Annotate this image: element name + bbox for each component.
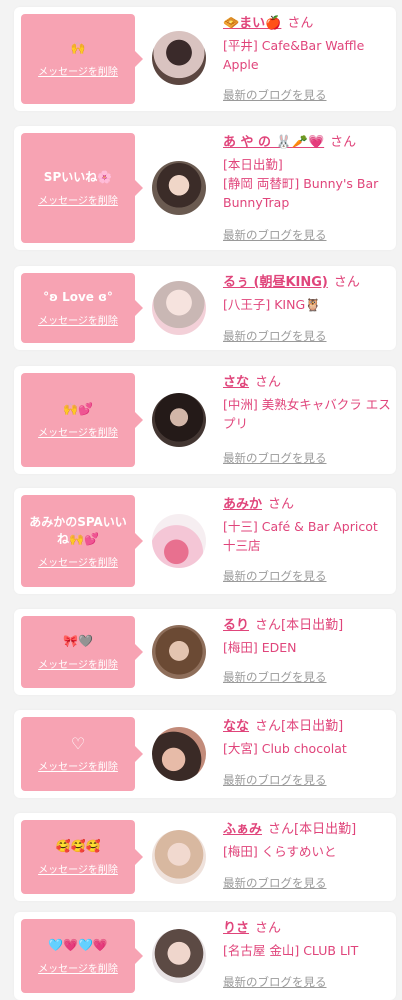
avatar[interactable] xyxy=(152,31,206,85)
shop-info: [梅田] EDEN xyxy=(223,640,297,655)
attendance-status: [本日出勤] xyxy=(294,822,357,837)
delete-message-link[interactable]: メッセージを削除 xyxy=(38,312,118,327)
message-text: 🙌 xyxy=(70,41,86,55)
message-bubble: あみかのSPAいいね🙌💕 メッセージを削除 xyxy=(21,495,143,587)
shop-info: [平井] Cafe&Bar Waffle Apple xyxy=(223,38,365,72)
shop-info: [大宮] Club chocolat xyxy=(223,741,347,756)
avatar[interactable] xyxy=(152,830,206,884)
honorific: さん xyxy=(268,822,295,837)
delete-message-link[interactable]: メッセージを削除 xyxy=(38,758,118,773)
cast-name-link[interactable]: なな xyxy=(223,719,249,734)
cast-name-link[interactable]: あ や の 🐰🥕💗 xyxy=(223,135,324,150)
avatar[interactable] xyxy=(152,281,206,335)
latest-blog-link[interactable]: 最新のブログを見る xyxy=(223,772,327,788)
avatar[interactable] xyxy=(152,929,206,983)
shop-status: [本日出勤] xyxy=(223,157,283,172)
latest-blog-link[interactable]: 最新のブログを見る xyxy=(223,87,327,103)
list-item: 🎀🩶 メッセージを削除 るり さん[本日出勤] [梅田] EDEN 最新のブログを… xyxy=(14,609,396,695)
delete-message-link[interactable]: メッセージを削除 xyxy=(38,960,118,975)
list-item: 🙌 メッセージを削除 🧇まい🍎 さん [平井] Cafe&Bar Waffle A… xyxy=(14,7,396,111)
message-text: 🙌💕 xyxy=(63,402,93,416)
latest-blog-link[interactable]: 最新のブログを見る xyxy=(223,450,327,466)
latest-blog-link[interactable]: 最新のブログを見る xyxy=(223,669,327,685)
delete-message-link[interactable]: メッセージを削除 xyxy=(38,861,118,876)
cast-name-link[interactable]: あみか xyxy=(223,497,262,512)
delete-message-link[interactable]: メッセージを削除 xyxy=(38,656,118,671)
honorific: さん xyxy=(330,135,357,150)
shop-info: [八王子] KING🦉 xyxy=(223,297,321,312)
shop-info: [十三] Café & Bar Apricot 十三店 xyxy=(223,519,378,553)
message-text: あみかのSPAいいね🙌💕 xyxy=(29,514,127,546)
message-text: SPいいね🌸 xyxy=(43,170,113,184)
message-bubble: 🥰🥰🥰 メッセージを削除 xyxy=(21,820,143,894)
delete-message-link[interactable]: メッセージを削除 xyxy=(38,63,118,78)
latest-blog-link[interactable]: 最新のブログを見る xyxy=(223,568,327,584)
message-text: 🩵💗🩵💗 xyxy=(48,938,108,952)
cast-name-link[interactable]: りさ xyxy=(223,921,249,936)
list-item: ♡ メッセージを削除 なな さん[本日出勤] [大宮] Club chocolat… xyxy=(14,710,396,798)
shop-info: [梅田] くらすめいと xyxy=(223,844,337,859)
honorific: さん xyxy=(255,618,282,633)
honorific: さん xyxy=(333,275,360,290)
list-item: °ʚ Love ɞ° メッセージを削除 るぅ (朝昼KING) さん [八王子] … xyxy=(14,266,396,350)
attendance-status: [本日出勤] xyxy=(281,719,344,734)
shop-info: [静岡 両替町] Bunny's Bar BunnyTrap xyxy=(223,176,379,210)
message-text: ♡ xyxy=(70,734,86,753)
message-bubble: SPいいね🌸 メッセージを削除 xyxy=(21,133,143,243)
honorific: さん xyxy=(255,375,282,390)
delete-message-link[interactable]: メッセージを削除 xyxy=(38,554,118,569)
latest-blog-link[interactable]: 最新のブログを見る xyxy=(223,227,327,243)
list-item: SPいいね🌸 メッセージを削除 あ や の 🐰🥕💗 さん [本日出勤] [静岡 両… xyxy=(14,126,396,250)
list-item: 🥰🥰🥰 メッセージを削除 ふぁみ さん[本日出勤] [梅田] くらすめいと 最新の… xyxy=(14,813,396,901)
cast-name-link[interactable]: るぅ (朝昼KING) xyxy=(223,275,328,290)
cast-name-link[interactable]: さな xyxy=(223,375,249,390)
message-bubble: 🙌💕 メッセージを削除 xyxy=(21,373,143,467)
list-item: 🩵💗🩵💗 メッセージを削除 りさ さん [名古屋 金山] CLUB LIT 最新の… xyxy=(14,912,396,1000)
message-bubble: °ʚ Love ɞ° メッセージを削除 xyxy=(21,273,143,343)
latest-blog-link[interactable]: 最新のブログを見る xyxy=(223,328,327,344)
avatar[interactable] xyxy=(152,161,206,215)
message-bubble: 🙌 メッセージを削除 xyxy=(21,14,143,104)
list-item: あみかのSPAいいね🙌💕 メッセージを削除 あみか さん [十三] Café & … xyxy=(14,488,396,594)
message-bubble: 🩵💗🩵💗 メッセージを削除 xyxy=(21,919,143,993)
message-bubble: 🎀🩶 メッセージを削除 xyxy=(21,616,143,688)
shop-info: [中洲] 美熟女キャバクラ エスプリ xyxy=(223,397,391,431)
latest-blog-link[interactable]: 最新のブログを見る xyxy=(223,875,327,891)
honorific: さん xyxy=(255,719,282,734)
avatar[interactable] xyxy=(152,514,206,568)
delete-message-link[interactable]: メッセージを削除 xyxy=(38,192,118,207)
latest-blog-link[interactable]: 最新のブログを見る xyxy=(223,974,327,990)
honorific: さん xyxy=(255,921,282,936)
avatar[interactable] xyxy=(152,727,206,781)
list-item: 🙌💕 メッセージを削除 さな さん [中洲] 美熟女キャバクラ エスプリ 最新のブ… xyxy=(14,366,396,474)
delete-message-link[interactable]: メッセージを削除 xyxy=(38,424,118,439)
honorific: さん xyxy=(268,497,295,512)
cast-name-link[interactable]: るり xyxy=(223,618,249,633)
message-text: 🎀🩶 xyxy=(63,634,93,648)
honorific: さん xyxy=(287,16,314,31)
message-text: 🥰🥰🥰 xyxy=(55,839,101,853)
avatar[interactable] xyxy=(152,393,206,447)
avatar[interactable] xyxy=(152,625,206,679)
message-text: °ʚ Love ɞ° xyxy=(43,290,113,304)
cast-name-link[interactable]: ふぁみ xyxy=(223,822,262,837)
message-bubble: ♡ メッセージを削除 xyxy=(21,717,143,791)
shop-info: [名古屋 金山] CLUB LIT xyxy=(223,943,359,958)
attendance-status: [本日出勤] xyxy=(281,618,344,633)
cast-name-link[interactable]: 🧇まい🍎 xyxy=(223,16,281,31)
